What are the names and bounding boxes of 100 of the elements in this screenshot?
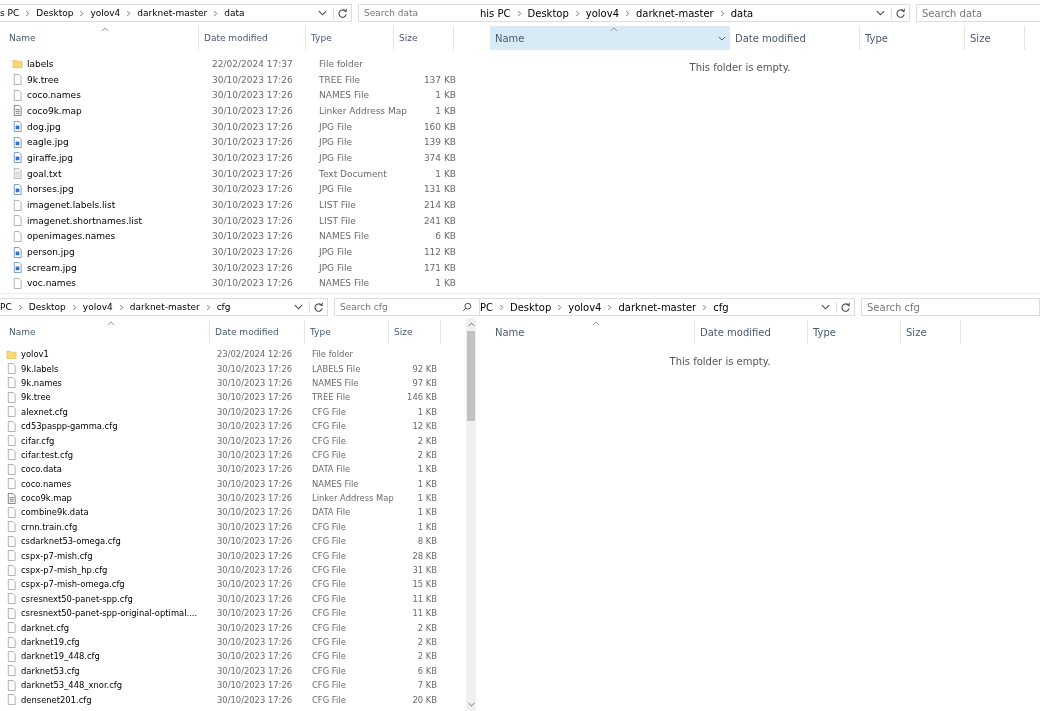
date-modified: 30/10/2023 17:26 [217, 521, 293, 532]
file-name[interactable]: cd53paspp-gamma.cfg [21, 421, 118, 432]
file-name[interactable]: coco9k.map [27, 105, 82, 116]
file-name[interactable]: voc.names [27, 278, 76, 289]
refresh-icon[interactable] [836, 301, 851, 313]
breadcrumb-item[interactable]: PC [0, 302, 12, 312]
file-name[interactable]: person.jpg [27, 247, 75, 258]
file-name[interactable]: csresnext50-panet-spp-original-optimal.... [21, 608, 198, 619]
file-name[interactable]: scream.jpg [27, 262, 77, 273]
file-name[interactable]: coco.names [27, 90, 81, 101]
file-name[interactable]: yolov1 [21, 349, 49, 360]
file-name[interactable]: csdarknet53-omega.cfg [21, 536, 121, 547]
breadcrumb-item[interactable]: darknet-master [636, 7, 714, 19]
file-name[interactable]: darknet53_448_xnor.cfg [21, 680, 123, 691]
file-type: CFG File [312, 550, 346, 561]
breadcrumb-item[interactable]: darknet-master [618, 301, 697, 313]
breadcrumb-item[interactable]: Desktop [510, 301, 552, 313]
search-field[interactable]: Search cfg [334, 298, 480, 316]
file-name[interactable]: alexnet.cfg [21, 406, 68, 417]
file-name[interactable]: 9k.tree [21, 392, 51, 403]
file-name[interactable]: densenet201.cfg [21, 694, 92, 705]
address-bar[interactable]: his PC Desktop yolov4 darknet-master data [480, 4, 910, 22]
column-header[interactable]: Size [901, 320, 961, 344]
file-icon [6, 550, 17, 562]
breadcrumb-item[interactable]: Desktop [527, 7, 569, 19]
scrollbar[interactable] [466, 318, 476, 711]
file-name[interactable]: darknet19.cfg [21, 637, 80, 647]
column-header[interactable]: Date modified [695, 320, 808, 344]
search-field[interactable]: Search cfg [861, 298, 1040, 316]
column-header[interactable]: Date modified [210, 320, 305, 344]
chevron-right-icon [574, 9, 580, 17]
file-name[interactable]: imagenet.labels.list [27, 200, 116, 211]
breadcrumb-item[interactable]: PC [480, 301, 493, 313]
file-name[interactable]: coco.data [21, 464, 62, 475]
breadcrumb-item[interactable]: data [730, 7, 754, 19]
breadcrumb-item[interactable]: darknet-master [129, 302, 200, 312]
file-name[interactable]: coco9k.map [21, 493, 72, 504]
file-name[interactable]: csresnext50-panet-spp.cfg [21, 593, 133, 604]
file-name[interactable]: cifar.test.cfg [21, 449, 73, 460]
refresh-icon[interactable] [333, 7, 348, 19]
file-name[interactable]: giraffe.jpg [27, 152, 73, 163]
column-header[interactable]: Size [965, 26, 1025, 50]
breadcrumb-item[interactable]: cfg [713, 301, 729, 313]
column-header[interactable]: Size [389, 320, 441, 344]
file-size: 112 KB [423, 247, 456, 258]
file-name[interactable]: eagle.jpg [27, 137, 69, 148]
breadcrumb-item[interactable]: yolov4 [568, 301, 602, 313]
file-name[interactable]: coco.names [21, 478, 72, 489]
address-bar[interactable]: PC Desktop yolov4 darknet-master cfg [0, 298, 328, 316]
breadcrumb-item[interactable]: yolov4 [90, 8, 121, 18]
file-name[interactable]: cifar.cfg [21, 435, 55, 446]
date-modified: 30/10/2023 17:26 [217, 579, 293, 590]
file-name[interactable]: 9k.names [21, 377, 62, 388]
column-header[interactable]: Type [808, 320, 901, 344]
file-type: JPG File [319, 247, 352, 258]
file-name[interactable]: dog.jpg [27, 121, 61, 132]
file-name[interactable]: darknet.cfg [21, 622, 70, 633]
search-field[interactable]: Search data [916, 4, 1040, 22]
breadcrumb-item[interactable]: yolov4 [82, 302, 113, 312]
breadcrumb-item[interactable]: data [224, 8, 245, 18]
breadcrumb-item[interactable]: Desktop [28, 302, 66, 312]
file-icon [6, 420, 17, 432]
breadcrumb-item[interactable]: s PC [0, 8, 20, 18]
column-header[interactable]: Size [394, 26, 454, 50]
column-header[interactable]: Date modified [199, 26, 306, 50]
file-name[interactable]: imagenet.shortnames.list [27, 215, 143, 226]
column-header[interactable]: Type [860, 26, 965, 50]
file-name[interactable]: openimages.names [27, 231, 116, 242]
address-bar[interactable]: PC Desktop yolov4 darknet-master cfg [480, 298, 855, 316]
column-header[interactable]: Type [305, 320, 389, 344]
breadcrumb-item[interactable]: cfg [216, 302, 231, 312]
refresh-icon[interactable] [309, 301, 324, 313]
file-name[interactable]: cspx-p7-mish_hp.cfg [21, 565, 108, 576]
date-modified: 30/10/2023 17:26 [217, 464, 293, 475]
search-field[interactable]: Search data [358, 4, 480, 22]
file-name[interactable]: cspx-p7-mish-omega.cfg [21, 579, 125, 590]
file-name[interactable]: 9k.labels [21, 363, 59, 374]
breadcrumb-item[interactable]: his PC [480, 7, 511, 19]
date-modified: 30/10/2023 17:26 [217, 680, 293, 691]
file-name[interactable]: darknet53.cfg [21, 665, 80, 676]
file-name[interactable]: 9k.tree [27, 74, 59, 85]
file-name[interactable]: combine9k.data [21, 507, 89, 518]
file-name[interactable]: crnn.train.cfg [21, 521, 78, 532]
column-header[interactable]: Date modified [730, 26, 860, 50]
address-bar[interactable]: s PC Desktop yolov4 darknet-master data [0, 4, 352, 22]
breadcrumb-item[interactable]: yolov4 [585, 7, 619, 19]
file-name[interactable]: horses.jpg [27, 184, 74, 195]
column-header[interactable]: Name [490, 320, 695, 344]
refresh-icon[interactable] [891, 7, 906, 19]
scrollbar-thumb[interactable] [467, 331, 475, 421]
breadcrumb-item[interactable]: Desktop [36, 8, 74, 18]
file-name[interactable]: labels [27, 58, 54, 69]
column-header[interactable]: Name [490, 26, 730, 50]
column-header[interactable]: Type [306, 26, 394, 50]
file-name[interactable]: cspx-p7-mish.cfg [21, 550, 93, 561]
file-name[interactable]: darknet19_448.cfg [21, 651, 100, 662]
column-header[interactable]: Name [4, 320, 210, 344]
column-header[interactable]: Name [4, 26, 199, 50]
breadcrumb-item[interactable]: darknet-master [137, 8, 208, 18]
file-name[interactable]: goal.txt [27, 168, 62, 179]
